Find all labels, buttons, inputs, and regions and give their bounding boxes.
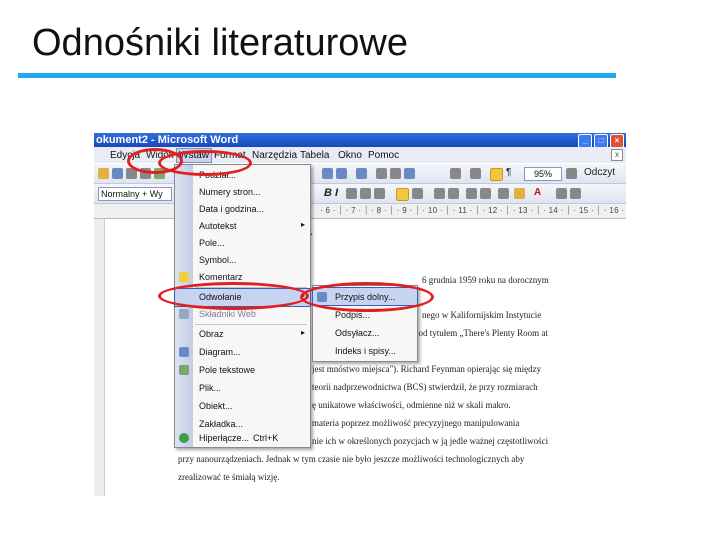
numbering-icon[interactable] <box>434 188 445 199</box>
doc-line: nie ich w określonych pozycjach w ją jed… <box>312 436 549 446</box>
save-icon[interactable] <box>112 168 123 179</box>
menu-item-symbol[interactable]: Symbol... <box>175 252 310 269</box>
drawing-icon[interactable] <box>450 168 461 179</box>
maximize-icon[interactable]: □ <box>594 134 608 148</box>
doc-line: 6 grudnia 1959 roku na dorocznym <box>422 275 549 285</box>
doc-line: materia poprzez możliwość precyzyjnego m… <box>312 418 520 428</box>
ruler-marks: · 6 · ⏐ · 7 · ⏐ · 8 · ⏐ · 9 · ⏐ · 10 · ⏐… <box>320 206 625 215</box>
submenu-item-cross-reference[interactable]: Odsyłacz... <box>313 324 417 341</box>
highlight-icon[interactable] <box>514 188 525 199</box>
increase-indent-icon[interactable] <box>480 188 491 199</box>
align-left-icon[interactable] <box>346 188 357 199</box>
font-color-icon[interactable]: A <box>534 187 541 198</box>
paragraph-mark-icon[interactable]: ¶ <box>506 167 511 178</box>
left-margin <box>94 219 176 496</box>
menu-item-autotext[interactable]: Autotekst ▸ <box>175 218 310 235</box>
comment-icon <box>179 272 189 282</box>
zoom-select[interactable]: 95% <box>524 167 562 181</box>
read-button[interactable]: Odczyt <box>584 167 615 178</box>
doc-map-icon[interactable] <box>470 168 481 179</box>
highlight-ring-reference <box>158 282 309 310</box>
undo-icon[interactable] <box>322 168 333 179</box>
window-title: okument2 - Microsoft Word <box>96 134 239 146</box>
submenu-item-index-tables[interactable]: Indeks i spisy... <box>313 342 417 359</box>
justify-icon[interactable] <box>396 188 409 201</box>
submenu-arrow-icon: ▸ <box>300 328 305 337</box>
menu-item-picture[interactable]: Obraz ▸ <box>175 326 310 343</box>
menu-table[interactable]: Tabela <box>300 150 329 161</box>
shrink-font-icon[interactable] <box>570 188 581 199</box>
window-titlebar: okument2 - Microsoft Word _ □ × <box>94 133 626 148</box>
vertical-ruler[interactable] <box>94 219 105 496</box>
table-icon[interactable] <box>376 168 387 179</box>
doc-line: ę unikatowe właściwości, odmienne niż w … <box>312 400 511 410</box>
menu-item-page-numbers[interactable]: Numery stron... <box>175 184 310 201</box>
menu-item-text-box[interactable]: Pole tekstowe <box>175 362 310 379</box>
help-icon[interactable] <box>566 168 577 179</box>
bullets-icon[interactable] <box>448 188 459 199</box>
menu-item-hyperlink[interactable]: Hiperłącze... Ctrl+K <box>175 430 310 447</box>
doc-line: jest mnóstwo miejsca"). Richard Feynman … <box>312 364 542 374</box>
highlight-ring-insert <box>158 150 252 176</box>
grow-font-icon[interactable] <box>556 188 567 199</box>
submenu-arrow-icon: ▸ <box>300 220 305 229</box>
menu-item-object[interactable]: Obiekt... <box>175 398 310 415</box>
open-icon[interactable] <box>98 168 109 179</box>
hyperlink-icon[interactable] <box>356 168 367 179</box>
menu-item-file[interactable]: Plik... <box>175 380 310 397</box>
align-center-icon[interactable] <box>360 188 371 199</box>
title-underline <box>18 73 616 78</box>
diagram-icon <box>179 347 189 357</box>
doc-line: teorii nadprzewodnictwa (BCS) stwierdził… <box>312 382 538 392</box>
doc-line: zrealizować te śmiałą wizję. <box>178 472 280 482</box>
highlight-ring-footnote <box>300 282 434 312</box>
doc-line: przy nanourządzeniach. Jednak w tym czas… <box>178 454 525 464</box>
menu-window[interactable]: Okno <box>338 150 362 161</box>
web-components-icon <box>179 309 189 319</box>
menu-item-diagram[interactable]: Diagram... <box>175 344 310 361</box>
hyperlink-globe-icon <box>179 433 189 443</box>
text-box-icon <box>179 365 189 375</box>
bold-italic-buttons[interactable]: B I <box>324 187 338 199</box>
minimize-icon[interactable]: _ <box>578 134 592 148</box>
align-right-icon[interactable] <box>374 188 385 199</box>
decrease-indent-icon[interactable] <box>466 188 477 199</box>
menu-help[interactable]: Pomoc <box>368 150 399 161</box>
line-spacing-icon[interactable] <box>412 188 423 199</box>
menu-item-field[interactable]: Pole... <box>175 235 310 252</box>
menu-tools[interactable]: Narzędzia <box>252 150 297 161</box>
doc-line: nego w Kalifornijskim Instytucie <box>422 310 542 320</box>
columns-icon[interactable] <box>404 168 415 179</box>
show-hide-icon[interactable] <box>490 168 503 181</box>
borders-icon[interactable] <box>498 188 509 199</box>
doc-close-icon[interactable]: x <box>611 149 623 161</box>
menu-item-date-time[interactable]: Data i godzina... <box>175 201 310 218</box>
menu-separator <box>195 324 307 325</box>
slide-title: Odnośniki literaturowe <box>32 22 408 64</box>
close-icon[interactable]: × <box>610 134 624 148</box>
doc-line: pod tytułem „There's Plenty Room at <box>414 328 548 338</box>
window-controls: _ □ × <box>578 134 624 148</box>
excel-icon[interactable] <box>390 168 401 179</box>
style-select[interactable]: Normalny + Wy <box>98 187 172 201</box>
word-screenshot: okument2 - Microsoft Word _ □ × Edycja W… <box>94 133 626 496</box>
redo-icon[interactable] <box>336 168 347 179</box>
